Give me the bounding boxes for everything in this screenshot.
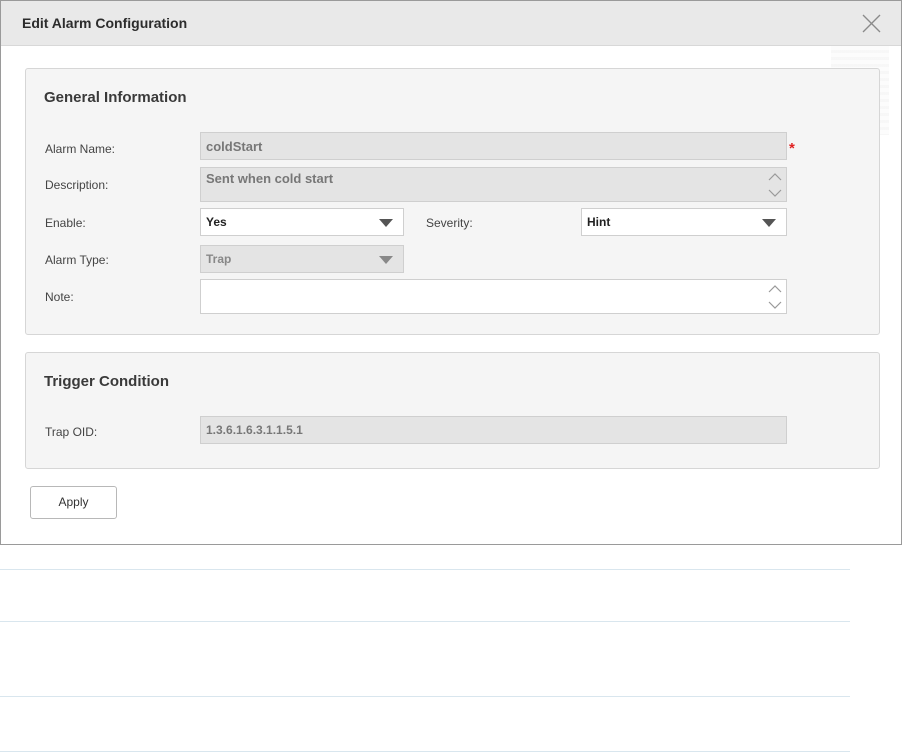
section-title-general: General Information <box>44 89 187 106</box>
dialog-titlebar: Edit Alarm Configuration <box>1 1 901 46</box>
note-label: Note: <box>45 290 74 304</box>
enable-label: Enable: <box>45 216 86 230</box>
trigger-condition-section: Trigger Condition Trap OID: 1.3.6.1.6.3.… <box>25 352 880 469</box>
required-asterisk: * <box>789 140 795 157</box>
severity-select[interactable]: Hint <box>581 208 787 236</box>
note-field[interactable] <box>200 279 787 314</box>
scroll-arrows-icon[interactable] <box>767 283 783 311</box>
description-label: Description: <box>45 178 109 192</box>
close-icon[interactable] <box>862 14 881 33</box>
edit-alarm-dialog: Edit Alarm Configuration General Informa… <box>0 0 902 545</box>
description-field: Sent when cold start <box>200 167 787 202</box>
alarm-type-select-value: Trap <box>206 252 232 266</box>
alarm-name-label: Alarm Name: <box>45 142 116 156</box>
scroll-arrows-icon[interactable] <box>767 171 783 199</box>
chevron-down-icon <box>379 219 393 227</box>
general-information-section: General Information Alarm Name: coldStar… <box>25 68 880 335</box>
divider <box>0 751 850 752</box>
chevron-down-icon <box>379 256 393 264</box>
chevron-down-icon <box>762 219 776 227</box>
trap-oid-label: Trap OID: <box>45 425 98 439</box>
divider <box>0 569 850 570</box>
description-text: Sent when cold start <box>206 171 334 186</box>
severity-select-value: Hint <box>587 215 611 229</box>
enable-select-value: Yes <box>206 215 227 229</box>
divider <box>0 696 850 697</box>
trap-oid-field: 1.3.6.1.6.3.1.1.5.1 <box>200 416 787 444</box>
divider <box>0 621 850 622</box>
alarm-type-select: Trap <box>200 245 404 273</box>
alarm-type-label: Alarm Type: <box>45 253 109 267</box>
section-title-trigger: Trigger Condition <box>44 373 169 390</box>
alarm-name-field: coldStart <box>200 132 787 160</box>
apply-button[interactable]: Apply <box>30 486 117 519</box>
severity-label: Severity: <box>426 216 473 230</box>
enable-select[interactable]: Yes <box>200 208 404 236</box>
dialog-title: Edit Alarm Configuration <box>22 15 188 31</box>
